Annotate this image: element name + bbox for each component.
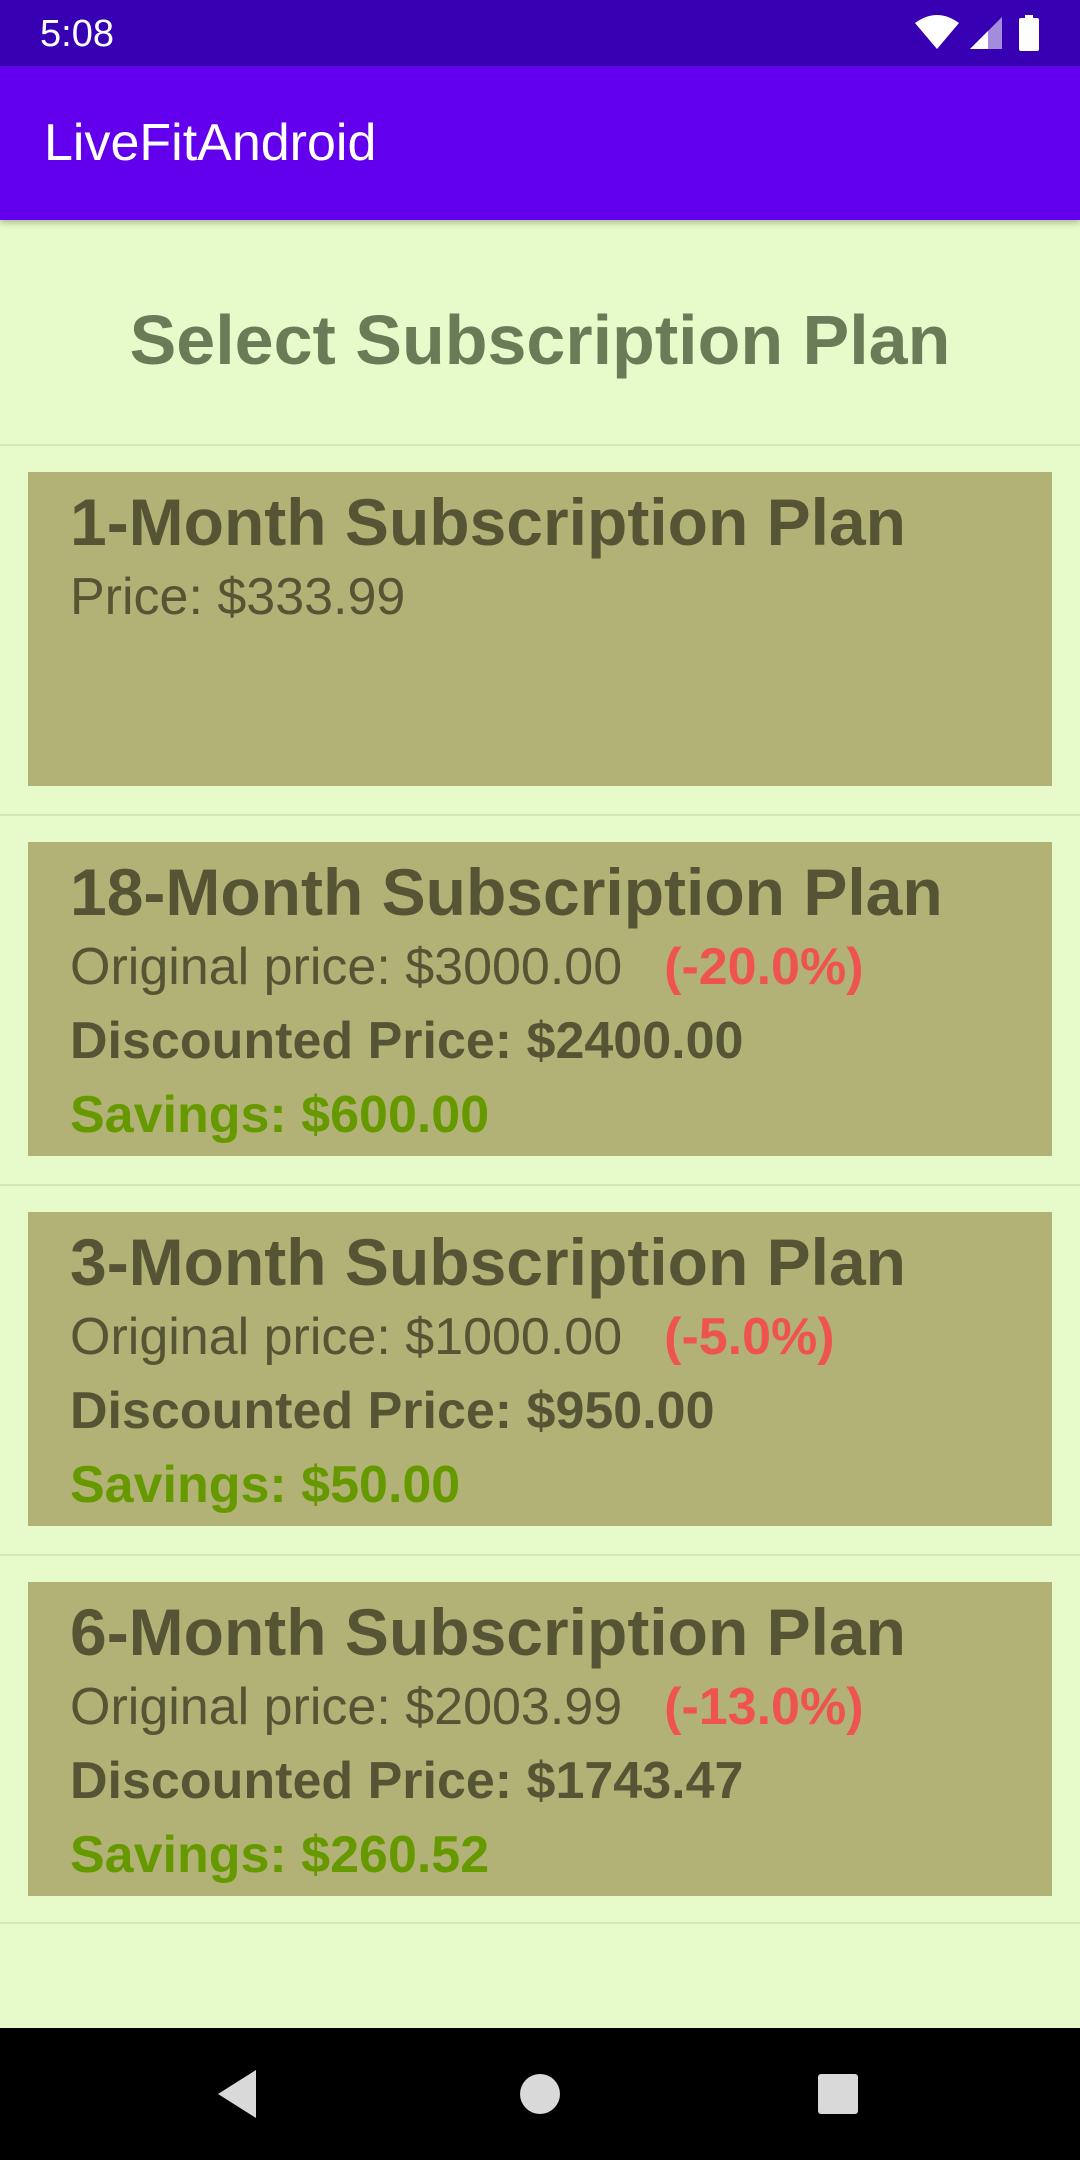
recents-icon[interactable] <box>808 2064 868 2124</box>
wifi-icon <box>915 15 959 49</box>
page-title: Select Subscription Plan <box>129 301 951 379</box>
status-bar: 5:08 <box>0 0 1080 66</box>
original-price-line: Original price: $3000.00 (-20.0%) <box>70 936 864 998</box>
plan-card-6-month[interactable]: 6-Month Subscription Plan Original price… <box>28 1582 1052 1896</box>
discount-percent: (-5.0%) <box>664 1308 835 1366</box>
status-time: 5:08 <box>40 13 114 55</box>
list-divider <box>0 444 1080 446</box>
discount-percent: (-20.0%) <box>664 938 864 996</box>
original-price: Original price: $3000.00 <box>70 938 623 996</box>
back-icon[interactable] <box>210 2064 270 2124</box>
list-divider <box>0 1184 1080 1186</box>
plan-title: 18-Month Subscription Plan <box>70 855 943 929</box>
discount-percent: (-13.0%) <box>664 1678 864 1736</box>
plan-card-3-month[interactable]: 3-Month Subscription Plan Original price… <box>28 1212 1052 1526</box>
battery-icon <box>1019 15 1039 51</box>
status-icons <box>914 15 1046 51</box>
discounted-price: Discounted Price: $1743.47 <box>70 1752 744 1810</box>
home-icon[interactable] <box>510 2064 570 2124</box>
savings: Savings: $260.52 <box>70 1826 490 1884</box>
plan-card-18-month[interactable]: 18-Month Subscription Plan Original pric… <box>28 842 1052 1156</box>
plan-title: 3-Month Subscription Plan <box>70 1225 906 1299</box>
original-price: Original price: $2003.99 <box>70 1678 623 1736</box>
list-divider <box>0 1554 1080 1556</box>
original-price-line: Original price: $1000.00 (-5.0%) <box>70 1306 835 1368</box>
savings: Savings: $50.00 <box>70 1456 461 1514</box>
list-divider <box>0 1922 1080 1924</box>
app-bar: LiveFitAndroid <box>0 66 1080 220</box>
discounted-price: Discounted Price: $950.00 <box>70 1382 715 1440</box>
list-divider <box>0 814 1080 816</box>
discounted-price: Discounted Price: $2400.00 <box>70 1012 744 1070</box>
plan-price: Price: $333.99 <box>70 568 406 626</box>
savings: Savings: $600.00 <box>70 1086 490 1144</box>
plan-title: 6-Month Subscription Plan <box>70 1595 906 1669</box>
original-price: Original price: $1000.00 <box>70 1308 623 1366</box>
app-title: LiveFitAndroid <box>44 114 377 172</box>
plan-card-1-month[interactable]: 1-Month Subscription Plan Price: $333.99 <box>28 472 1052 786</box>
cellular-signal-icon <box>970 17 1002 49</box>
original-price-line: Original price: $2003.99 (-13.0%) <box>70 1676 864 1738</box>
navigation-bar <box>0 2028 1080 2160</box>
plan-title: 1-Month Subscription Plan <box>70 485 906 559</box>
